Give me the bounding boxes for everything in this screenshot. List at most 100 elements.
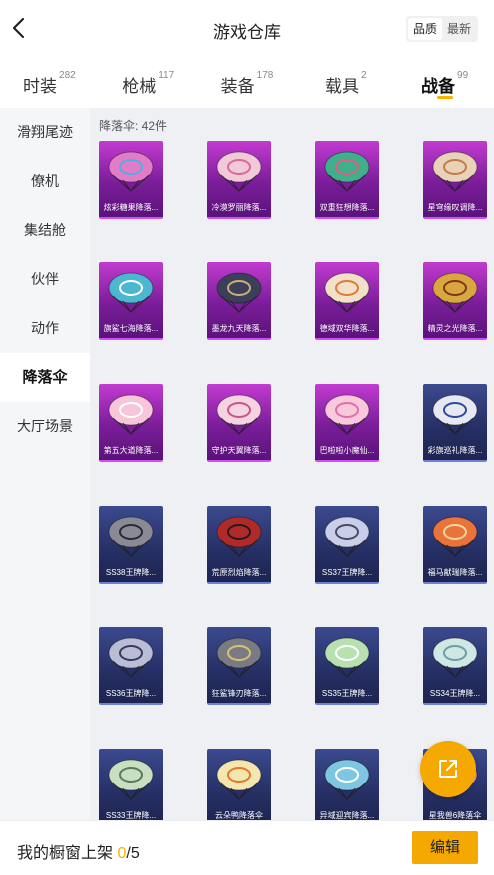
parachute-icon bbox=[108, 516, 154, 557]
item-name: 守护天翼降落... bbox=[211, 446, 267, 455]
parachute-item-card[interactable]: 双重狂想降落... bbox=[315, 141, 379, 219]
parachute-icon bbox=[216, 151, 262, 192]
item-name: 旗鲨七海降落... bbox=[103, 324, 159, 333]
parachute-icon bbox=[324, 637, 370, 678]
parachute-item-card[interactable]: SS36王牌降... bbox=[99, 627, 163, 705]
sidebar-item-lobby-scene[interactable]: 大厅场景 bbox=[0, 402, 90, 451]
parachute-item-card[interactable]: 云朵鸭降落伞 bbox=[207, 749, 271, 820]
sidebar-item-emote[interactable]: 动作 bbox=[0, 304, 90, 353]
tab-guns[interactable]: 枪械117 bbox=[99, 58, 198, 108]
parachute-icon bbox=[216, 637, 262, 678]
tab-fashion[interactable]: 时装282 bbox=[0, 58, 99, 108]
tab-count: 2 bbox=[361, 70, 367, 81]
item-name: 德域双华降落... bbox=[319, 324, 375, 333]
item-name: 双重狂想降落... bbox=[319, 203, 375, 212]
item-name: 云朵鸭降落伞 bbox=[215, 811, 263, 820]
parachute-item-card[interactable]: 狂鲨锋刃降落... bbox=[207, 627, 271, 705]
parachute-icon bbox=[432, 272, 478, 313]
item-name: SS33王牌降... bbox=[105, 811, 157, 820]
parachute-item-card[interactable]: 巴啦啦小魔仙... bbox=[315, 384, 379, 462]
sidebar-item-wingman[interactable]: 僚机 bbox=[0, 157, 90, 206]
item-name: 精灵之光降落... bbox=[427, 324, 483, 333]
parachute-icon bbox=[324, 394, 370, 435]
parachute-icon bbox=[216, 394, 262, 435]
parachute-item-card[interactable]: SS38王牌降... bbox=[99, 506, 163, 584]
sidebar-item-rally-pod[interactable]: 集结舱 bbox=[0, 206, 90, 255]
showcase-status: 我的橱窗上架 0/5 bbox=[17, 839, 140, 863]
sidebar-item-glide-trail[interactable]: 滑翔尾迹 bbox=[0, 108, 90, 157]
item-name: 第五大道降落... bbox=[103, 446, 159, 455]
sort-by-newest[interactable]: 最新 bbox=[442, 18, 476, 40]
parachute-icon bbox=[432, 637, 478, 678]
parachute-item-card[interactable]: 福马献瑞降落... bbox=[423, 506, 487, 584]
item-panel: 降落伞: 42件 炫彩糖果降落... 冷漠罗丽降落... 双重狂想降落... 星穹缘叹… bbox=[90, 108, 494, 820]
parachute-item-card[interactable]: 墨龙九天降落... bbox=[207, 262, 271, 340]
parachute-item-card[interactable]: 精灵之光降落... bbox=[423, 262, 487, 340]
item-name: SS38王牌降... bbox=[105, 568, 157, 577]
edit-button[interactable]: 编辑 bbox=[412, 831, 478, 864]
parachute-icon bbox=[432, 394, 478, 435]
showcase-label: 我的橱窗上架 bbox=[17, 845, 114, 862]
tab-label: 装备 bbox=[220, 77, 255, 96]
parachute-icon bbox=[216, 516, 262, 557]
sort-by-quality[interactable]: 品质 bbox=[408, 18, 442, 40]
parachute-icon bbox=[324, 272, 370, 313]
parachute-icon bbox=[216, 272, 262, 313]
share-external-icon bbox=[439, 760, 457, 778]
parachute-icon bbox=[108, 759, 154, 800]
parachute-item-card[interactable]: 德域双华降落... bbox=[315, 262, 379, 340]
tab-label: 时装 bbox=[23, 77, 58, 96]
item-name: 炫彩糖果降落... bbox=[103, 203, 159, 212]
parachute-item-card[interactable]: 异域迎宾降落... bbox=[315, 749, 379, 820]
tab-supplies[interactable]: 战备99 bbox=[395, 58, 494, 108]
item-name: SS34王牌降... bbox=[429, 689, 481, 698]
item-name: 狂鲨锋刃降落... bbox=[211, 689, 267, 698]
sidebar-item-parachute[interactable]: 降落伞 bbox=[0, 353, 90, 402]
parachute-icon bbox=[108, 394, 154, 435]
parachute-icon bbox=[108, 637, 154, 678]
tab-count: 117 bbox=[158, 70, 175, 81]
item-name: 福马献瑞降落... bbox=[427, 568, 483, 577]
active-tab-indicator bbox=[436, 96, 453, 99]
tab-count: 282 bbox=[59, 70, 76, 81]
tab-label: 枪械 bbox=[122, 77, 157, 96]
item-name: 星我兽6降落伞 bbox=[428, 811, 482, 820]
footer-bar: 我的橱窗上架 0/5 编辑 bbox=[0, 820, 494, 875]
parachute-item-card[interactable]: 荒原烈焰降落... bbox=[207, 506, 271, 584]
item-name: 墨龙九天降落... bbox=[211, 324, 267, 333]
parachute-item-card[interactable]: 炫彩糖果降落... bbox=[99, 141, 163, 219]
item-name: 异域迎宾降落... bbox=[319, 811, 375, 820]
share-button[interactable] bbox=[420, 741, 476, 797]
parachute-icon bbox=[432, 151, 478, 192]
sort-toggle: 品质 最新 bbox=[406, 16, 478, 42]
category-tabs: 时装282 枪械117 装备178 载具2 战备99 bbox=[0, 58, 494, 108]
item-count-label: 降落伞: 42件 bbox=[99, 119, 168, 133]
parachute-item-card[interactable]: SS37王牌降... bbox=[315, 506, 379, 584]
tab-label: 载具 bbox=[325, 77, 359, 96]
parachute-item-card[interactable]: SS34王牌降... bbox=[423, 627, 487, 705]
sidebar-item-companion[interactable]: 伙伴 bbox=[0, 255, 90, 304]
parachute-item-card[interactable]: 冷漠罗丽降落... bbox=[207, 141, 271, 219]
parachute-icon bbox=[108, 151, 154, 192]
parachute-item-card[interactable]: 第五大道降落... bbox=[99, 384, 163, 462]
showcase-total: /5 bbox=[126, 845, 140, 862]
item-name: SS37王牌降... bbox=[321, 568, 373, 577]
item-name: SS35王牌降... bbox=[321, 689, 373, 698]
parachute-icon bbox=[324, 516, 370, 557]
parachute-item-card[interactable]: 旗鲨七海降落... bbox=[99, 262, 163, 340]
header: 游戏仓库 品质 最新 bbox=[0, 0, 494, 58]
item-name: SS36王牌降... bbox=[105, 689, 157, 698]
tab-vehicles[interactable]: 载具2 bbox=[296, 58, 395, 108]
tab-equipment[interactable]: 装备178 bbox=[198, 58, 297, 108]
parachute-item-card[interactable]: 守护天翼降落... bbox=[207, 384, 271, 462]
tab-count: 178 bbox=[256, 70, 274, 81]
parachute-item-card[interactable]: SS33王牌降... bbox=[99, 749, 163, 820]
item-name: 冷漠罗丽降落... bbox=[211, 203, 267, 212]
parachute-item-card[interactable]: 彩旗巡礼降落... bbox=[423, 384, 487, 462]
parachute-icon bbox=[108, 272, 154, 313]
parachute-icon bbox=[216, 759, 262, 800]
parachute-item-card[interactable]: SS35王牌降... bbox=[315, 627, 379, 705]
parachute-icon bbox=[324, 151, 370, 192]
parachute-item-card[interactable]: 星穹缘叹调降... bbox=[423, 141, 487, 219]
item-name: 星穹缘叹调降... bbox=[427, 203, 483, 212]
